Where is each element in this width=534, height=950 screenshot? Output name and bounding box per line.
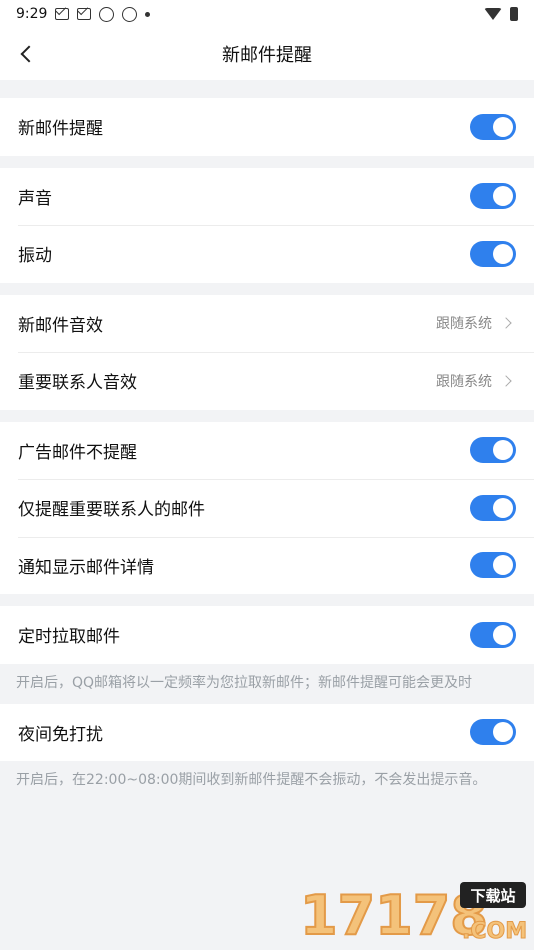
- status-right: [484, 7, 518, 21]
- setting-row-vibration[interactable]: 振动: [0, 225, 534, 283]
- setting-label: 仅提醒重要联系人的邮件: [18, 500, 205, 521]
- night-do-not-disturb-toggle[interactable]: [470, 719, 516, 746]
- setting-row-show-details[interactable]: 通知显示邮件详情: [0, 536, 534, 595]
- toggle-knob: [493, 243, 513, 264]
- back-button[interactable]: [12, 40, 40, 68]
- toggle-knob: [493, 497, 513, 518]
- toggle-knob: [493, 116, 513, 137]
- setting-label: 重要联系人音效: [18, 373, 137, 394]
- mail-notification-icon: [55, 8, 70, 20]
- ad-mail-no-alert-toggle[interactable]: [470, 437, 516, 464]
- toggle-knob: [493, 555, 513, 576]
- setting-row-scheduled-fetch[interactable]: 定时拉取邮件: [0, 606, 534, 664]
- setting-row-ad-mail-no-alert[interactable]: 广告邮件不提醒: [0, 422, 534, 480]
- setting-row-night-do-not-disturb[interactable]: 夜间免打扰: [0, 704, 534, 762]
- battery-icon: [510, 7, 518, 21]
- setting-value: 跟随系统: [436, 316, 492, 333]
- setting-label: 夜间免打扰: [18, 724, 103, 745]
- setting-value-group: 跟随系统: [436, 371, 516, 391]
- setting-row-important-contact-sound[interactable]: 重要联系人音效 跟随系统: [0, 352, 534, 410]
- setting-label: 通知显示邮件详情: [18, 557, 154, 578]
- chevron-left-icon: [20, 45, 38, 63]
- setting-label: 广告邮件不提醒: [18, 442, 137, 463]
- show-details-toggle[interactable]: [470, 552, 516, 579]
- settings-group-sound-effects: 新邮件音效 跟随系统 重要联系人音效 跟随系统: [0, 294, 534, 410]
- night-mode-hint: 开启后，在22:00~08:00期间收到新邮件提醒不会振动，不会发出提示音。: [16, 772, 487, 788]
- status-time: 9:29: [16, 6, 48, 22]
- setting-row-important-only[interactable]: 仅提醒重要联系人的邮件: [0, 479, 534, 537]
- page-title: 新邮件提醒: [222, 45, 312, 66]
- setting-label: 定时拉取邮件: [18, 627, 120, 648]
- settings-group-new-mail: 新邮件提醒: [0, 98, 534, 156]
- wifi-icon: [484, 8, 502, 20]
- toggle-knob: [493, 624, 513, 645]
- settings-group-night-mode: 夜间免打扰: [0, 703, 534, 762]
- more-notifications-dot-icon: [145, 11, 151, 17]
- toggle-knob: [493, 440, 513, 461]
- app-notification-icon: [99, 6, 115, 22]
- scheduled-fetch-toggle[interactable]: [470, 621, 516, 648]
- settings-group-scheduled-fetch: 定时拉取邮件: [0, 606, 534, 664]
- status-left: 9:29: [16, 6, 151, 22]
- app-notification-icon-2: [122, 6, 138, 22]
- scheduled-fetch-hint: 开启后，QQ邮箱将以一定频率为您拉取新邮件；新邮件提醒可能会更及时: [16, 674, 473, 691]
- watermark-suffix: .COM: [462, 919, 527, 944]
- chevron-right-icon: [500, 317, 512, 329]
- new-mail-alert-toggle[interactable]: [470, 113, 516, 140]
- settings-group-sound-vibration: 声音 振动: [0, 167, 534, 283]
- sound-toggle[interactable]: [470, 183, 516, 210]
- watermark-text: 17178: [300, 884, 488, 944]
- setting-label: 新邮件音效: [18, 315, 103, 336]
- toggle-knob: [493, 186, 513, 207]
- setting-label: 新邮件提醒: [18, 119, 103, 140]
- chevron-right-icon: [500, 375, 512, 387]
- navigation-bar: 新邮件提醒: [0, 28, 534, 80]
- watermark-badge: 下载站: [470, 887, 515, 905]
- setting-value-group: 跟随系统: [436, 313, 516, 333]
- important-only-toggle[interactable]: [470, 494, 516, 521]
- setting-row-new-mail-sound[interactable]: 新邮件音效 跟随系统: [0, 295, 534, 353]
- settings-group-filters: 广告邮件不提醒 仅提醒重要联系人的邮件 通知显示邮件详情: [0, 421, 534, 595]
- mail-notification-icon-2: [77, 8, 92, 20]
- watermark-logo: 17178 下载站 .COM: [300, 882, 528, 944]
- setting-row-sound[interactable]: 声音: [0, 168, 534, 226]
- setting-value: 跟随系统: [436, 373, 492, 390]
- setting-label: 振动: [18, 246, 52, 267]
- toggle-knob: [493, 722, 513, 743]
- setting-label: 声音: [18, 188, 52, 209]
- status-bar: 9:29: [0, 0, 534, 28]
- setting-row-new-mail-alert[interactable]: 新邮件提醒: [0, 98, 534, 156]
- vibration-toggle[interactable]: [470, 240, 516, 267]
